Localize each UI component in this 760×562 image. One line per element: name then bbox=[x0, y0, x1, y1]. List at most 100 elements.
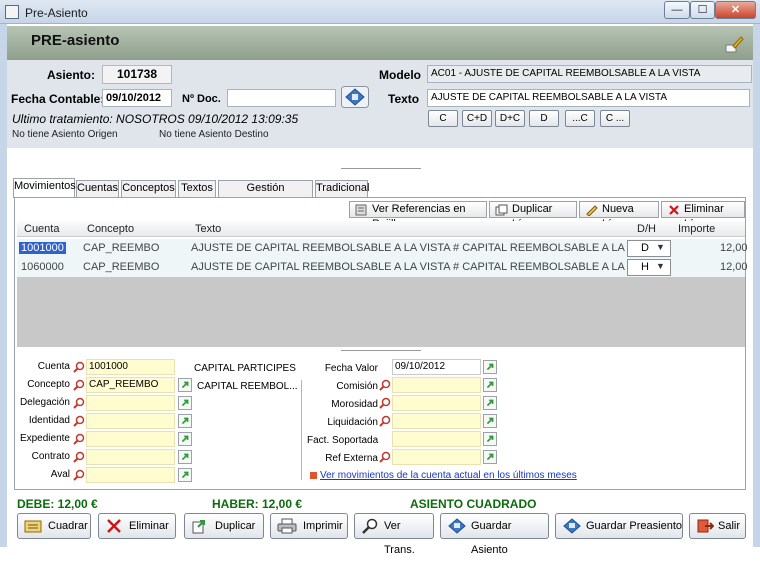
cell-texto[interactable]: AJUSTE DE CAPITAL REEMBOLSABLE A LA VIST… bbox=[191, 242, 658, 254]
magnifier-icon[interactable] bbox=[73, 361, 85, 373]
dh-dropdown[interactable]: D ▼ bbox=[627, 240, 671, 257]
comision-label: Comisión bbox=[336, 381, 378, 392]
brush-icon[interactable] bbox=[723, 34, 745, 56]
expediente-field[interactable] bbox=[86, 431, 175, 447]
window-frame-right bbox=[753, 24, 760, 547]
magnifier-icon[interactable] bbox=[73, 379, 85, 391]
go-arrow-icon[interactable] bbox=[483, 378, 497, 392]
cuadrar-button[interactable]: Cuadrar bbox=[17, 513, 91, 539]
go-arrow-icon[interactable] bbox=[178, 414, 192, 428]
magnifier-icon[interactable] bbox=[73, 397, 85, 409]
text-button-d-plus-c[interactable]: D+C bbox=[495, 110, 525, 127]
cell-concepto[interactable]: CAP_REEMBO bbox=[83, 261, 159, 273]
guardar-asiento-button[interactable]: Guardar Asiento bbox=[440, 513, 549, 556]
ver-movimientos-link[interactable]: Ver movimientos de la cuenta actual en l… bbox=[320, 470, 577, 481]
tab-tradicional[interactable]: Tradicional bbox=[315, 180, 369, 197]
splitter-handle[interactable] bbox=[341, 168, 421, 170]
cell-importe[interactable]: 12,00 bbox=[720, 242, 748, 254]
go-arrow-icon[interactable] bbox=[483, 360, 497, 374]
texto-field[interactable]: AJUSTE DE CAPITAL REEMBOLSABLE A LA VIST… bbox=[427, 89, 750, 107]
eliminar-linea-button[interactable]: Eliminar Línea bbox=[661, 201, 745, 230]
tab-cuentas[interactable]: Cuentas bbox=[76, 180, 119, 197]
aval-field[interactable] bbox=[86, 467, 175, 483]
nueva-linea-button[interactable]: Nueva Línea bbox=[579, 201, 659, 230]
cuenta-field[interactable]: 1001000 bbox=[86, 359, 175, 375]
go-arrow-icon[interactable] bbox=[178, 396, 192, 410]
go-arrow-icon[interactable] bbox=[178, 378, 192, 392]
fact-soportada-field[interactable] bbox=[392, 431, 481, 447]
fecha-contable-field[interactable]: 09/10/2012 bbox=[102, 89, 172, 107]
ultimo-tratamiento: Ultimo tratamiento: NOSOTROS 09/10/2012 … bbox=[12, 112, 299, 126]
go-arrow-icon[interactable] bbox=[178, 432, 192, 446]
cell-texto[interactable]: AJUSTE DE CAPITAL REEMBOLSABLE A LA VIST… bbox=[191, 261, 658, 273]
magnifier-icon[interactable] bbox=[379, 397, 391, 409]
go-arrow-icon[interactable] bbox=[178, 450, 192, 464]
table-row[interactable]: 1001000 CAP_REEMBO AJUSTE DE CAPITAL REE… bbox=[17, 239, 748, 258]
text-button-c-dots[interactable]: C ... bbox=[600, 110, 630, 127]
modelo-field[interactable]: AC01 - AJUSTE DE CAPITAL REEMBOLSABLE A … bbox=[427, 65, 752, 83]
dh-dropdown[interactable]: H ▼ bbox=[627, 259, 671, 276]
identidad-field[interactable] bbox=[86, 413, 175, 429]
magnifier-icon[interactable] bbox=[379, 379, 391, 391]
fact-soportada-label: Fact. Soportada bbox=[307, 435, 379, 446]
salir-button[interactable]: Salir bbox=[689, 513, 746, 539]
close-button[interactable]: ✕ bbox=[715, 1, 756, 19]
disk-icon[interactable] bbox=[341, 86, 369, 108]
ref-externa-field[interactable] bbox=[392, 449, 481, 465]
splitter-handle[interactable] bbox=[341, 350, 421, 352]
liquidacion-field[interactable] bbox=[392, 413, 481, 429]
ndoc-field[interactable] bbox=[227, 89, 336, 107]
text-button-c-plus-d[interactable]: C+D bbox=[462, 110, 492, 127]
col-concepto-header[interactable]: Concepto bbox=[87, 223, 134, 235]
duplicar-linea-button[interactable]: Duplicar Línea bbox=[489, 201, 577, 230]
text-button-c[interactable]: C bbox=[428, 110, 458, 127]
text-button-d[interactable]: D bbox=[529, 110, 559, 127]
col-cuenta-header[interactable]: Cuenta bbox=[24, 223, 59, 235]
col-importe-header[interactable]: Importe bbox=[678, 223, 715, 235]
ver-referencias-button[interactable]: Ver Referencias en Rejilla bbox=[349, 201, 487, 230]
magnifier-icon[interactable] bbox=[73, 451, 85, 463]
duplicar-label: Duplicar bbox=[215, 520, 256, 532]
go-arrow-icon[interactable] bbox=[178, 468, 192, 482]
guardar-asiento-label: Guardar Asiento bbox=[471, 520, 512, 556]
go-arrow-icon[interactable] bbox=[483, 396, 497, 410]
col-texto-header[interactable]: Texto bbox=[195, 223, 221, 235]
balance-icon bbox=[24, 520, 42, 533]
contrato-field[interactable] bbox=[86, 449, 175, 465]
duplicar-button[interactable]: Duplicar bbox=[184, 513, 264, 539]
tab-gestion-documental[interactable]: Gestión documental bbox=[218, 180, 313, 209]
magnifier-icon[interactable] bbox=[379, 451, 391, 463]
minimize-button[interactable]: — bbox=[664, 1, 690, 19]
col-dh-header[interactable]: D/H bbox=[637, 223, 656, 235]
magnifier-icon[interactable] bbox=[73, 469, 85, 481]
go-arrow-icon[interactable] bbox=[483, 450, 497, 464]
magnifier-icon[interactable] bbox=[73, 433, 85, 445]
cuenta-label: Cuenta bbox=[37, 361, 70, 372]
guardar-preasiento-button[interactable]: Guardar Preasiento bbox=[555, 513, 683, 539]
tab-textos[interactable]: Textos bbox=[178, 180, 216, 197]
magnifier-icon[interactable] bbox=[379, 415, 391, 427]
imprimir-button[interactable]: Imprimir bbox=[270, 513, 348, 539]
go-arrow-icon[interactable] bbox=[483, 414, 497, 428]
concepto-field[interactable]: CAP_REEMBO bbox=[86, 377, 175, 393]
cell-cuenta[interactable]: 1060000 bbox=[21, 261, 64, 273]
table-row[interactable]: 1060000 CAP_REEMBO AJUSTE DE CAPITAL REE… bbox=[17, 258, 748, 277]
cell-concepto[interactable]: CAP_REEMBO bbox=[83, 242, 159, 254]
expediente-label: Expediente bbox=[19, 433, 70, 444]
salir-label: Salir bbox=[718, 520, 741, 532]
fecha-valor-field[interactable]: 09/10/2012 bbox=[392, 359, 481, 375]
delegacion-field[interactable] bbox=[86, 395, 175, 411]
cell-importe[interactable]: 12,00 bbox=[720, 261, 748, 273]
comision-field[interactable] bbox=[392, 377, 481, 393]
maximize-button[interactable]: ☐ bbox=[690, 1, 715, 19]
eliminar-button[interactable]: Eliminar bbox=[98, 513, 176, 539]
go-arrow-icon[interactable] bbox=[483, 432, 497, 446]
concepto-description: CAPITAL REEMBOL... bbox=[197, 381, 298, 392]
cell-cuenta[interactable]: 1001000 bbox=[19, 242, 66, 254]
tab-conceptos[interactable]: Conceptos bbox=[121, 180, 176, 197]
morosidad-field[interactable] bbox=[392, 395, 481, 411]
text-button-dots-c[interactable]: ...C bbox=[565, 110, 595, 127]
ver-trans-button[interactable]: Ver Trans. bbox=[354, 513, 434, 556]
tab-movimientos[interactable]: Movimientos bbox=[13, 178, 76, 198]
magnifier-icon[interactable] bbox=[73, 415, 85, 427]
